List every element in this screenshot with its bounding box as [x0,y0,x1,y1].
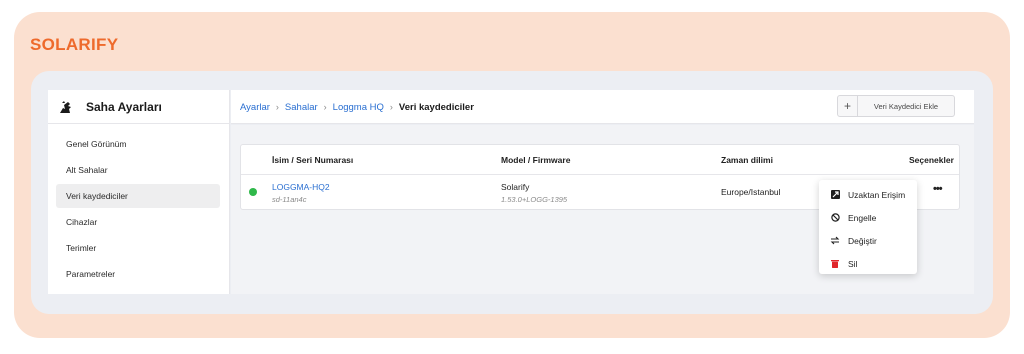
swap-icon [830,236,840,246]
status-online-icon [249,188,257,196]
breadcrumb-ayarlar[interactable]: Ayarlar [240,102,270,113]
firmware-version: 1.53.0+LOGG-1395 [501,195,568,204]
add-datalogger-button[interactable]: + Veri Kaydedici Ekle [837,95,955,117]
site-settings-icon [58,98,76,116]
sidebar: Saha Ayarları Genel Görünüm Alt Sahalar … [48,90,230,294]
sidebar-item-parametreler[interactable]: Parametreler [56,262,220,286]
menu-item-label: Sil [848,258,858,269]
breadcrumb-separator: › [275,102,279,112]
datalogger-name-link[interactable]: LOGGMA-HQ2 [272,182,330,192]
menu-item-remote-access[interactable]: Uzaktan Erişim [819,183,917,206]
breadcrumb-separator: › [389,102,393,112]
menu-item-label: Değiştir [848,235,877,246]
sidebar-item-alt-sahalar[interactable]: Alt Sahalar [56,158,220,182]
menu-item-label: Engelle [848,212,877,223]
menu-item-change[interactable]: Değiştir [819,229,917,252]
sidebar-header: Saha Ayarları [48,90,229,124]
breadcrumb-sahalar[interactable]: Sahalar [285,102,318,113]
add-datalogger-label: Veri Kaydedici Ekle [873,101,939,111]
content-header: Ayarlar › Sahalar › Loggma HQ › Veri kay… [231,90,974,124]
model-name: Solarify [501,182,530,192]
block-icon [830,213,840,223]
menu-item-delete[interactable]: Sil [819,252,917,275]
menu-item-block[interactable]: Engelle [819,206,917,229]
brand-logo-text: SOLARIFY [30,35,119,54]
sidebar-item-terimler[interactable]: Terimler [56,236,220,260]
trash-icon [830,259,840,269]
breadcrumb-current: Veri kaydediciler [398,101,474,113]
timezone-value: Europe/Istanbul [721,187,781,197]
menu-item-label: Uzaktan Erişim [848,189,906,200]
sidebar-item-genel-gorunum[interactable]: Genel Görünüm [56,132,220,156]
more-options-icon[interactable]: ••• [933,183,943,195]
column-header-model: Model / Firmware [501,155,571,165]
breadcrumb: Ayarlar › Sahalar › Loggma HQ › Veri kay… [240,90,474,124]
sidebar-item-cihazlar[interactable]: Cihazlar [56,210,220,234]
table-header: İsim / Seri Numarası Model / Firmware Za… [241,145,959,175]
column-header-timezone: Zaman dilimi [721,155,773,165]
sidebar-menu: Genel Görünüm Alt Sahalar Veri kaydedici… [48,124,229,286]
breadcrumb-separator: › [323,102,327,112]
serial-number: sd-11an4c [272,195,307,204]
sidebar-title: Saha Ayarları [86,99,162,114]
remote-access-icon [830,190,840,200]
plus-icon: + [838,96,858,116]
column-header-options: Seçenekler [909,155,954,165]
sidebar-item-veri-kaydediciler[interactable]: Veri kaydediciler [56,184,220,208]
breadcrumb-loggma-hq[interactable]: Loggma HQ [333,102,384,113]
options-dropdown-menu: Uzaktan Erişim Engelle Değiştir Sil [819,180,917,274]
column-header-name: İsim / Seri Numarası [272,155,354,165]
